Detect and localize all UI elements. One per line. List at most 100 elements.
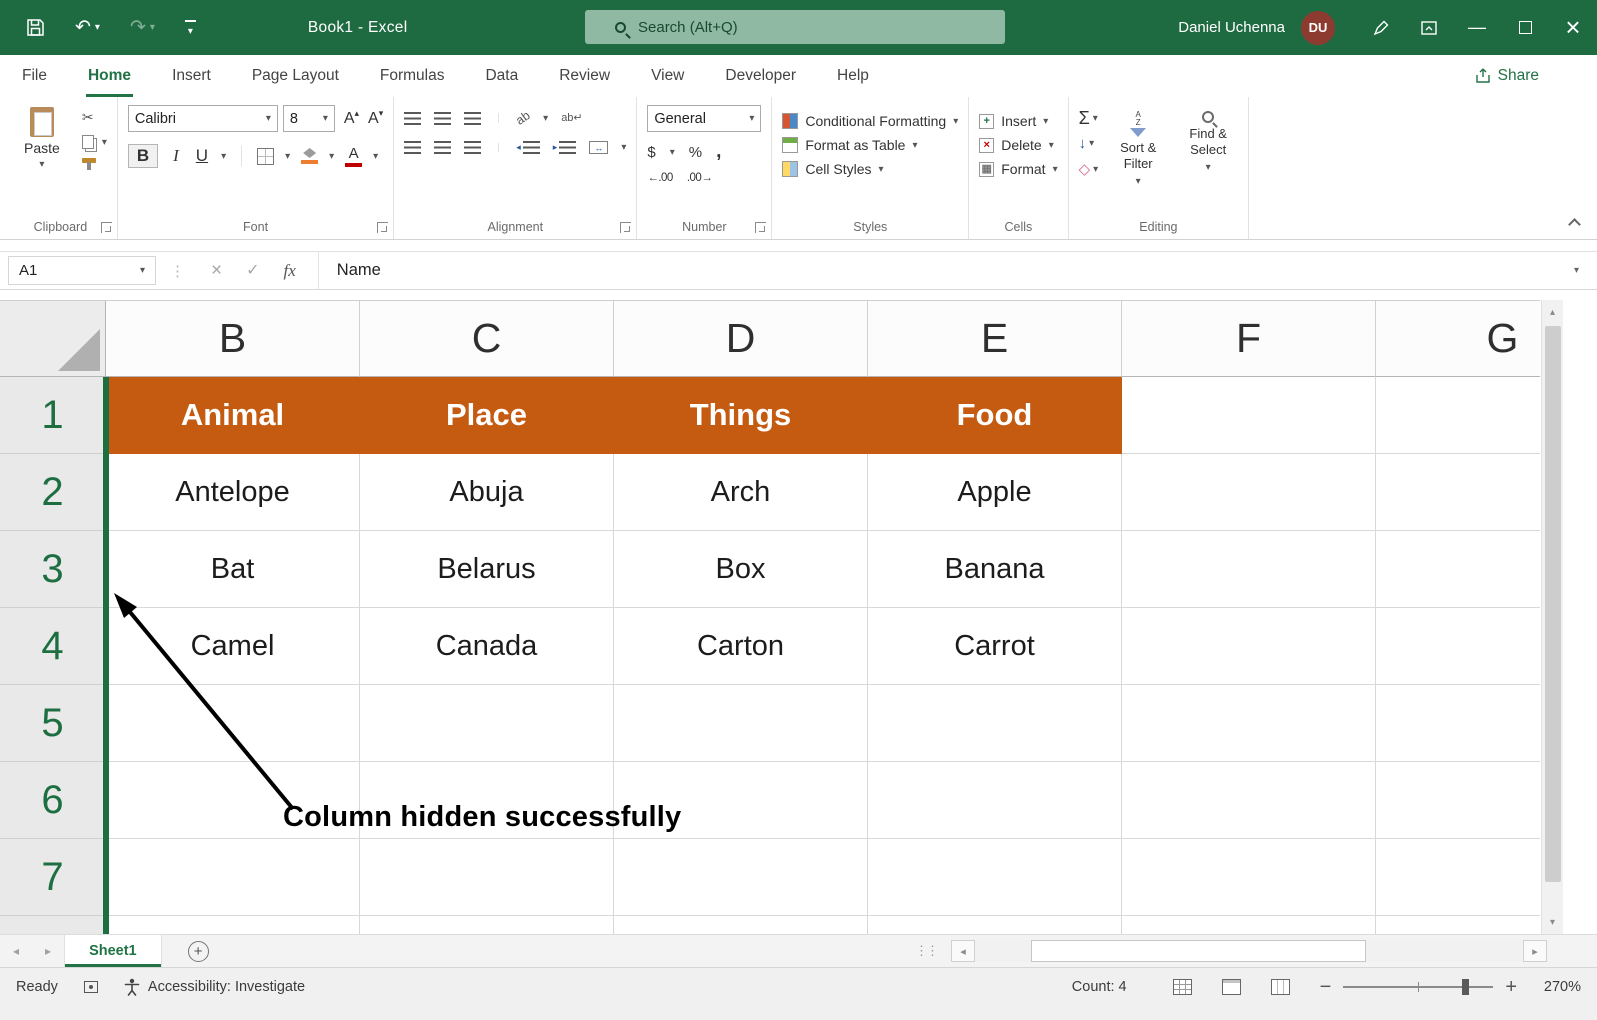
- cell-G4[interactable]: [1376, 608, 1540, 685]
- pen-appearance-icon[interactable]: [1357, 0, 1405, 55]
- row-header-7[interactable]: 7: [0, 839, 106, 916]
- zoom-slider[interactable]: [1343, 979, 1494, 995]
- search-input[interactable]: Search (Alt+Q): [585, 10, 1005, 44]
- account-name[interactable]: Daniel Uchenna: [1178, 19, 1285, 36]
- tab-file[interactable]: File: [20, 55, 49, 97]
- insert-function-icon[interactable]: fx: [284, 261, 296, 281]
- insert-cells-button[interactable]: + Insert ▾: [979, 113, 1057, 129]
- row-header-4[interactable]: 4: [0, 608, 106, 685]
- cell-E5[interactable]: [868, 685, 1122, 762]
- cell-F7[interactable]: [1122, 839, 1376, 916]
- decrease-font-size-button[interactable]: A ▾: [368, 108, 383, 128]
- borders-button[interactable]: [257, 147, 275, 165]
- row-header-2[interactable]: 2: [0, 454, 106, 531]
- cell-E3[interactable]: Banana: [868, 531, 1122, 608]
- scroll-down-icon[interactable]: ▾: [1542, 910, 1563, 934]
- font-color-button[interactable]: A: [345, 146, 363, 167]
- sheet-nav-right-icon[interactable]: ▸: [32, 935, 64, 967]
- conditional-formatting-button[interactable]: Conditional Formatting ▾: [782, 113, 958, 129]
- row-header-5[interactable]: 5: [0, 685, 106, 762]
- row-header-3[interactable]: 3: [0, 531, 106, 608]
- hidden-column-indicator[interactable]: [103, 377, 109, 934]
- cell-D8[interactable]: [614, 916, 868, 934]
- clipboard-dialog-launcher[interactable]: [100, 222, 112, 233]
- cell-F5[interactable]: [1122, 685, 1376, 762]
- cell-C5[interactable]: [360, 685, 614, 762]
- confirm-entry-icon[interactable]: ✓: [246, 262, 259, 279]
- accessibility-status[interactable]: Accessibility: Investigate: [124, 978, 305, 996]
- cancel-entry-icon[interactable]: ×: [211, 261, 222, 280]
- scroll-left-icon[interactable]: ◂: [951, 940, 975, 962]
- cell-B5[interactable]: [106, 685, 360, 762]
- normal-view-icon[interactable]: [1172, 979, 1192, 995]
- cell-G5[interactable]: [1376, 685, 1540, 762]
- cell-B1[interactable]: Animal: [106, 377, 360, 454]
- align-middle-button[interactable]: [434, 111, 452, 125]
- customize-qat-button[interactable]: ▾: [184, 19, 196, 36]
- format-painter-button[interactable]: [81, 158, 107, 170]
- page-break-preview-icon[interactable]: [1270, 979, 1290, 995]
- percent-style-button[interactable]: %: [689, 144, 702, 161]
- cell-E4[interactable]: Carrot: [868, 608, 1122, 685]
- find-select-button[interactable]: Find & Select ▾: [1178, 109, 1238, 188]
- tab-home[interactable]: Home: [86, 55, 133, 97]
- align-bottom-button[interactable]: [464, 111, 482, 125]
- font-size-combobox[interactable]: 8 ▾: [282, 105, 335, 132]
- expand-formula-bar-icon[interactable]: ▾: [1574, 265, 1579, 276]
- vertical-scrollbar[interactable]: ▴ ▾: [1541, 300, 1563, 934]
- undo-button[interactable]: ↶ ▾: [75, 16, 100, 39]
- clear-button[interactable]: ◇ ▾: [1079, 160, 1099, 178]
- cell-G2[interactable]: [1376, 454, 1540, 531]
- cell-G8[interactable]: [1376, 916, 1540, 934]
- fill-button[interactable]: ↓ ▾: [1079, 135, 1099, 152]
- cell-F4[interactable]: [1122, 608, 1376, 685]
- cell-D4[interactable]: Carton: [614, 608, 868, 685]
- horizontal-scrollbar-thumb[interactable]: [1031, 940, 1366, 962]
- ribbon-display-options-icon[interactable]: [1405, 0, 1453, 55]
- format-cells-button[interactable]: ▦ Format ▾: [979, 161, 1058, 177]
- column-header-G[interactable]: G: [1376, 301, 1540, 377]
- cell-E7[interactable]: [868, 839, 1122, 916]
- bold-button[interactable]: B: [127, 144, 159, 168]
- cell-F6[interactable]: [1122, 762, 1376, 839]
- scroll-up-icon[interactable]: ▴: [1542, 300, 1563, 324]
- comma-style-button[interactable]: ,: [716, 141, 721, 163]
- close-button[interactable]: ×: [1549, 0, 1597, 55]
- number-format-combobox[interactable]: General ▾: [647, 105, 762, 132]
- italic-button[interactable]: I: [169, 145, 183, 167]
- share-button[interactable]: Share: [1475, 55, 1539, 97]
- cell-D1[interactable]: Things: [614, 377, 868, 454]
- horizontal-scrollbar[interactable]: ⋮⋮ ◂ ▸: [915, 935, 1597, 967]
- column-header-E[interactable]: E: [868, 301, 1122, 377]
- page-layout-view-icon[interactable]: [1221, 979, 1241, 995]
- new-sheet-button[interactable]: +: [187, 940, 209, 962]
- vertical-scrollbar-thumb[interactable]: [1545, 326, 1561, 882]
- sort-filter-button[interactable]: AZ Sort & Filter ▾: [1108, 109, 1168, 188]
- align-top-button[interactable]: [404, 111, 422, 125]
- save-icon[interactable]: [26, 18, 45, 37]
- align-left-button[interactable]: [404, 141, 422, 154]
- decrease-decimal-button[interactable]: .00→: [687, 172, 713, 184]
- cell-G7[interactable]: [1376, 839, 1540, 916]
- redo-button[interactable]: ↷ ▾: [130, 16, 155, 39]
- name-box-splitter[interactable]: ⋮: [170, 262, 185, 280]
- zoom-slider-thumb[interactable]: [1461, 979, 1469, 995]
- column-header-D[interactable]: D: [614, 301, 868, 377]
- align-right-button[interactable]: [464, 141, 482, 154]
- cell-C4[interactable]: Canada: [360, 608, 614, 685]
- font-dialog-launcher[interactable]: [377, 222, 389, 233]
- cell-F3[interactable]: [1122, 531, 1376, 608]
- maximize-button[interactable]: [1501, 0, 1549, 55]
- font-name-combobox[interactable]: Calibri ▾: [127, 105, 278, 132]
- wrap-text-button[interactable]: ab↵: [561, 112, 582, 124]
- cell-F1[interactable]: [1122, 377, 1376, 454]
- tab-insert[interactable]: Insert: [170, 55, 213, 97]
- row-header-1[interactable]: 1: [0, 377, 106, 454]
- sheet-nav-left-icon[interactable]: ◂: [0, 935, 32, 967]
- format-as-table-button[interactable]: Format as Table ▾: [782, 137, 958, 153]
- count-indicator[interactable]: Count: 4: [1072, 979, 1127, 995]
- tab-developer[interactable]: Developer: [723, 55, 798, 97]
- autosum-button[interactable]: Σ ▾: [1079, 109, 1099, 127]
- orientation-button[interactable]: ab: [513, 108, 532, 127]
- increase-font-size-button[interactable]: A ▴: [344, 108, 359, 128]
